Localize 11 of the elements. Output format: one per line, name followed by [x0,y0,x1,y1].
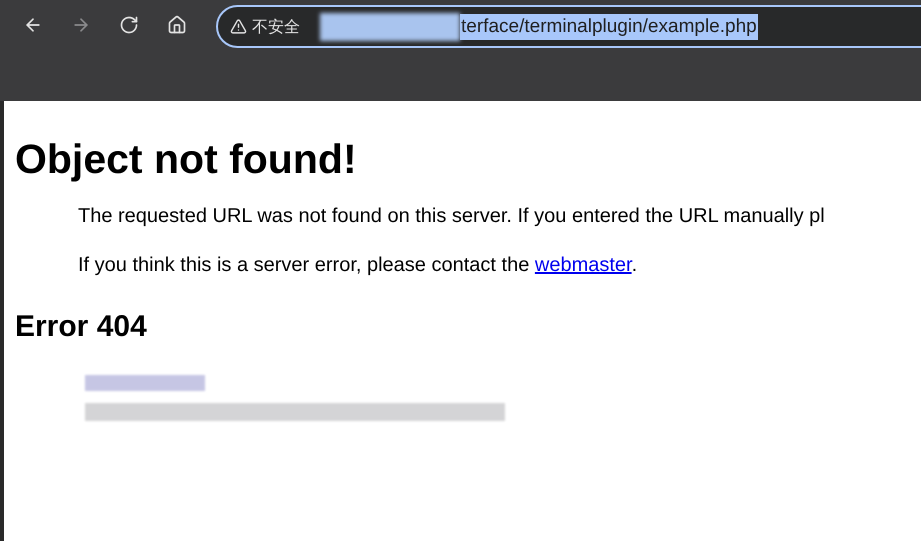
url-text[interactable]: terface/terminalplugin/example.php [460,14,758,40]
address-bar[interactable]: 不安全 terface/terminalplugin/example.php [216,5,921,48]
message-paragraph: The requested URL was not found on this server. If you entered the URL manually pl [78,204,825,229]
reload-icon [119,15,139,35]
home-icon [167,15,187,35]
message-paragraph: If you think this is a server error, please contact the webmaster. [78,253,638,278]
error-heading: Error 404 [15,309,148,345]
webmaster-link[interactable]: webmaster [534,254,632,276]
warning-icon [230,18,247,35]
security-label: 不安全 [252,16,300,38]
page-title: Object not found! [15,135,358,183]
